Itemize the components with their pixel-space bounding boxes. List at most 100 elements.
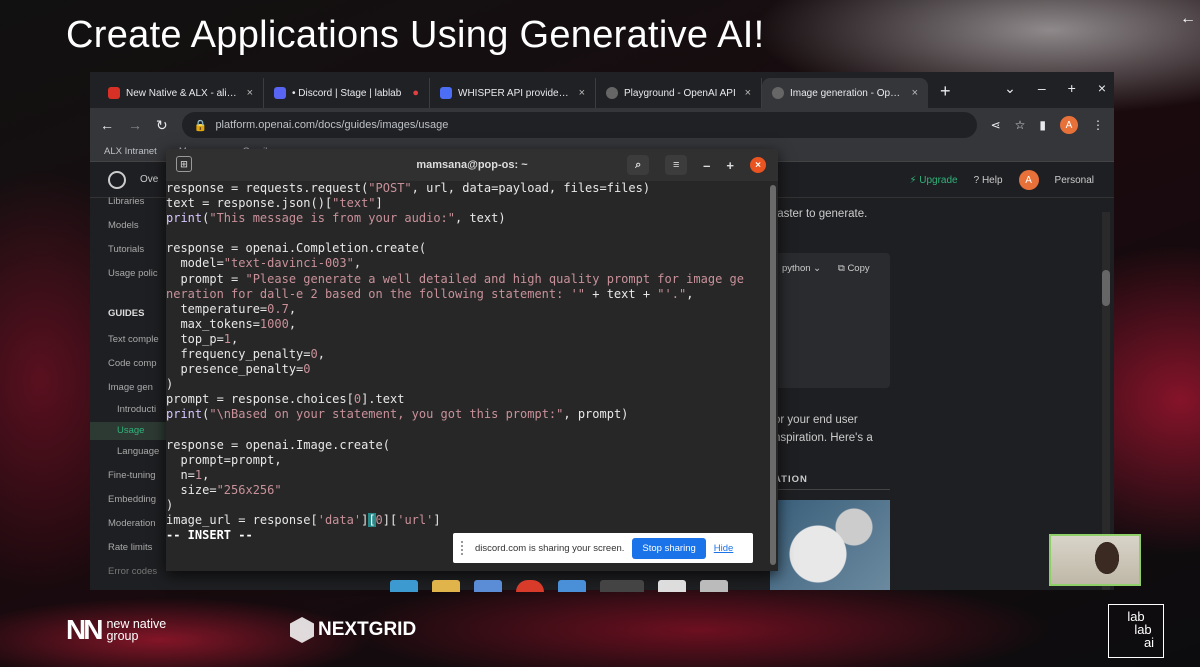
lablab-logo: lab lab ai (1108, 604, 1164, 658)
search-icon[interactable]: ⌕ (627, 155, 650, 175)
terminal-header: ⊞ mamsana@pop-os: ~ ⌕ ≡ – + × (166, 149, 778, 181)
terminal-content[interactable]: response = requests.request("POST", url,… (166, 181, 768, 571)
tab-newnative[interactable]: New Native & ALX - alicemi × (98, 78, 264, 108)
window-controls: ⌄ – + × (1004, 80, 1106, 97)
code-line: max_tokens=1000, (166, 316, 297, 331)
close-icon[interactable]: × (750, 157, 766, 173)
terminal-title: mamsana@pop-os: ~ (416, 159, 528, 171)
tab-image-generation[interactable]: Image generation - OpenAI × (762, 78, 928, 108)
content-text: faster to generate. (774, 208, 868, 220)
sidebar-item-rate-limits[interactable]: Rate limits (108, 542, 152, 553)
code-line: print("This message is from your audio:"… (166, 211, 506, 226)
app-icon[interactable] (658, 580, 686, 592)
close-icon[interactable]: × (247, 87, 253, 99)
screen-share-bar: discord.com is sharing your screen. Stop… (453, 533, 753, 563)
sidebar-item-image-generation[interactable]: Image gen (108, 382, 153, 393)
code-line: prompt = "Please generate a well detaile… (166, 271, 744, 286)
tab-discord[interactable]: • Discord | Stage | lablab ● (264, 78, 430, 108)
taskbar (390, 580, 728, 592)
app-icon[interactable] (432, 580, 460, 592)
stop-sharing-button[interactable]: Stop sharing (632, 537, 706, 559)
hamburger-menu-icon[interactable]: ≡ (665, 155, 688, 175)
minimize-icon[interactable]: – (1038, 80, 1046, 97)
sidebar-item-text-completion[interactable]: Text comple (108, 334, 159, 345)
sidebar-item-usage[interactable]: Usage (90, 422, 166, 440)
newnative-logo: NN new native group (66, 614, 167, 645)
minimize-icon[interactable]: – (703, 158, 710, 173)
new-tab-icon[interactable]: ⊞ (176, 156, 192, 172)
sidebar-item-libraries[interactable]: Libraries (108, 196, 144, 207)
nav-overview[interactable]: Ove (140, 174, 158, 185)
tab-playground[interactable]: Playground - OpenAI API × (596, 78, 762, 108)
openai-logo-icon[interactable] (108, 170, 126, 189)
back-icon[interactable]: ← (100, 117, 114, 133)
sidebar-item-models[interactable]: Models (108, 220, 139, 231)
code-line: prompt=prompt, (166, 452, 282, 467)
terminal-scrollbar[interactable] (770, 185, 776, 565)
code-line: top_p=1, (166, 331, 239, 346)
sidebar-item-usage-policies[interactable]: Usage polic (108, 268, 158, 279)
bookmark-alx[interactable]: ALX Intranet (104, 146, 157, 157)
scroll-thumb[interactable] (1102, 270, 1110, 306)
tab-whisper[interactable]: WHISPER API provided by l × (430, 78, 596, 108)
maximize-icon[interactable]: + (726, 158, 734, 173)
openai-icon (772, 87, 784, 99)
close-icon[interactable]: × (745, 87, 751, 99)
forward-icon[interactable]: → (128, 117, 142, 133)
chrome-icon[interactable] (516, 580, 544, 592)
share-icon[interactable]: ⋖ (991, 118, 1001, 132)
personal-menu[interactable]: Personal (1055, 175, 1094, 186)
code-line: response = requests.request("POST", url,… (166, 181, 651, 195)
discord-icon (274, 87, 286, 99)
sidebar-item-language[interactable]: Language (117, 446, 159, 457)
tab-bar: New Native & ALX - alicemi × • Discord |… (90, 72, 1114, 108)
sidepanel-icon[interactable]: ▮ (1039, 118, 1046, 132)
help-link[interactable]: ? Help (974, 175, 1003, 186)
sidebar-item-fine-tuning[interactable]: Fine-tuning (108, 470, 156, 481)
code-line: n=1, (166, 467, 210, 482)
maximize-icon[interactable]: + (1068, 80, 1076, 97)
browser-toolbar: ← → ↻ 🔒 platform.openai.com/docs/guides/… (90, 108, 1114, 142)
app-icon[interactable] (474, 580, 502, 592)
back-arrow-icon[interactable]: ← (1180, 10, 1196, 28)
sidebar-item-tutorials[interactable]: Tutorials (108, 244, 144, 255)
close-icon[interactable]: × (1098, 80, 1106, 97)
code-line: image_url = response['data'][0]['url'] (166, 513, 441, 528)
star-icon[interactable]: ☆ (1015, 118, 1026, 132)
profile-avatar[interactable]: A (1060, 116, 1078, 134)
hexagon-icon (290, 617, 314, 643)
new-tab-button[interactable]: + (928, 81, 963, 108)
nn-mark-icon: NN (66, 614, 103, 645)
chevron-down-icon[interactable]: ⌄ (1004, 80, 1016, 97)
code-line: print("\nBased on your statement, you go… (166, 407, 629, 422)
hide-link[interactable]: Hide (714, 543, 734, 554)
lock-icon: 🔒 (193, 119, 208, 132)
upgrade-link[interactable]: ⚡ Upgrade (909, 175, 957, 186)
sidebar-item-embeddings[interactable]: Embedding (108, 494, 156, 505)
copy-button[interactable]: ⧉ Copy (838, 263, 870, 274)
language-select[interactable]: python ⌄ (782, 263, 821, 274)
app-icon[interactable] (390, 580, 418, 592)
openai-icon (606, 87, 618, 99)
sidebar-item-introduction[interactable]: Introducti (117, 404, 156, 415)
sidebar-item-moderation[interactable]: Moderation (108, 518, 156, 529)
code-block: python ⌄ ⧉ Copy (770, 253, 890, 388)
webcam-feed (1049, 534, 1141, 586)
content-text: nspiration. Here's a (774, 432, 873, 444)
code-line: prompt = response.choices[0].text (166, 392, 405, 407)
code-line: neration for dall-e 2 based on the follo… (166, 286, 694, 301)
terminal-app-icon[interactable] (600, 580, 644, 592)
menu-icon[interactable]: ⋮ (1092, 118, 1104, 132)
reload-icon[interactable]: ↻ (156, 117, 168, 134)
address-bar[interactable]: 🔒 platform.openai.com/docs/guides/images… (181, 112, 977, 138)
settings-icon[interactable] (700, 580, 728, 592)
close-icon[interactable]: × (912, 87, 918, 99)
close-icon[interactable]: × (579, 87, 585, 99)
drag-handle-icon[interactable] (461, 541, 467, 555)
folder-icon[interactable] (558, 580, 586, 592)
sidebar-item-error-codes[interactable]: Error codes (108, 566, 157, 577)
user-avatar[interactable]: A (1018, 170, 1039, 190)
sidebar-item-code-completion[interactable]: Code comp (108, 358, 157, 369)
docs-sidebar: Libraries Models Tutorials Usage polic G… (90, 196, 166, 590)
docs-content: faster to generate. python ⌄ ⧉ Copy or y… (770, 198, 1114, 590)
